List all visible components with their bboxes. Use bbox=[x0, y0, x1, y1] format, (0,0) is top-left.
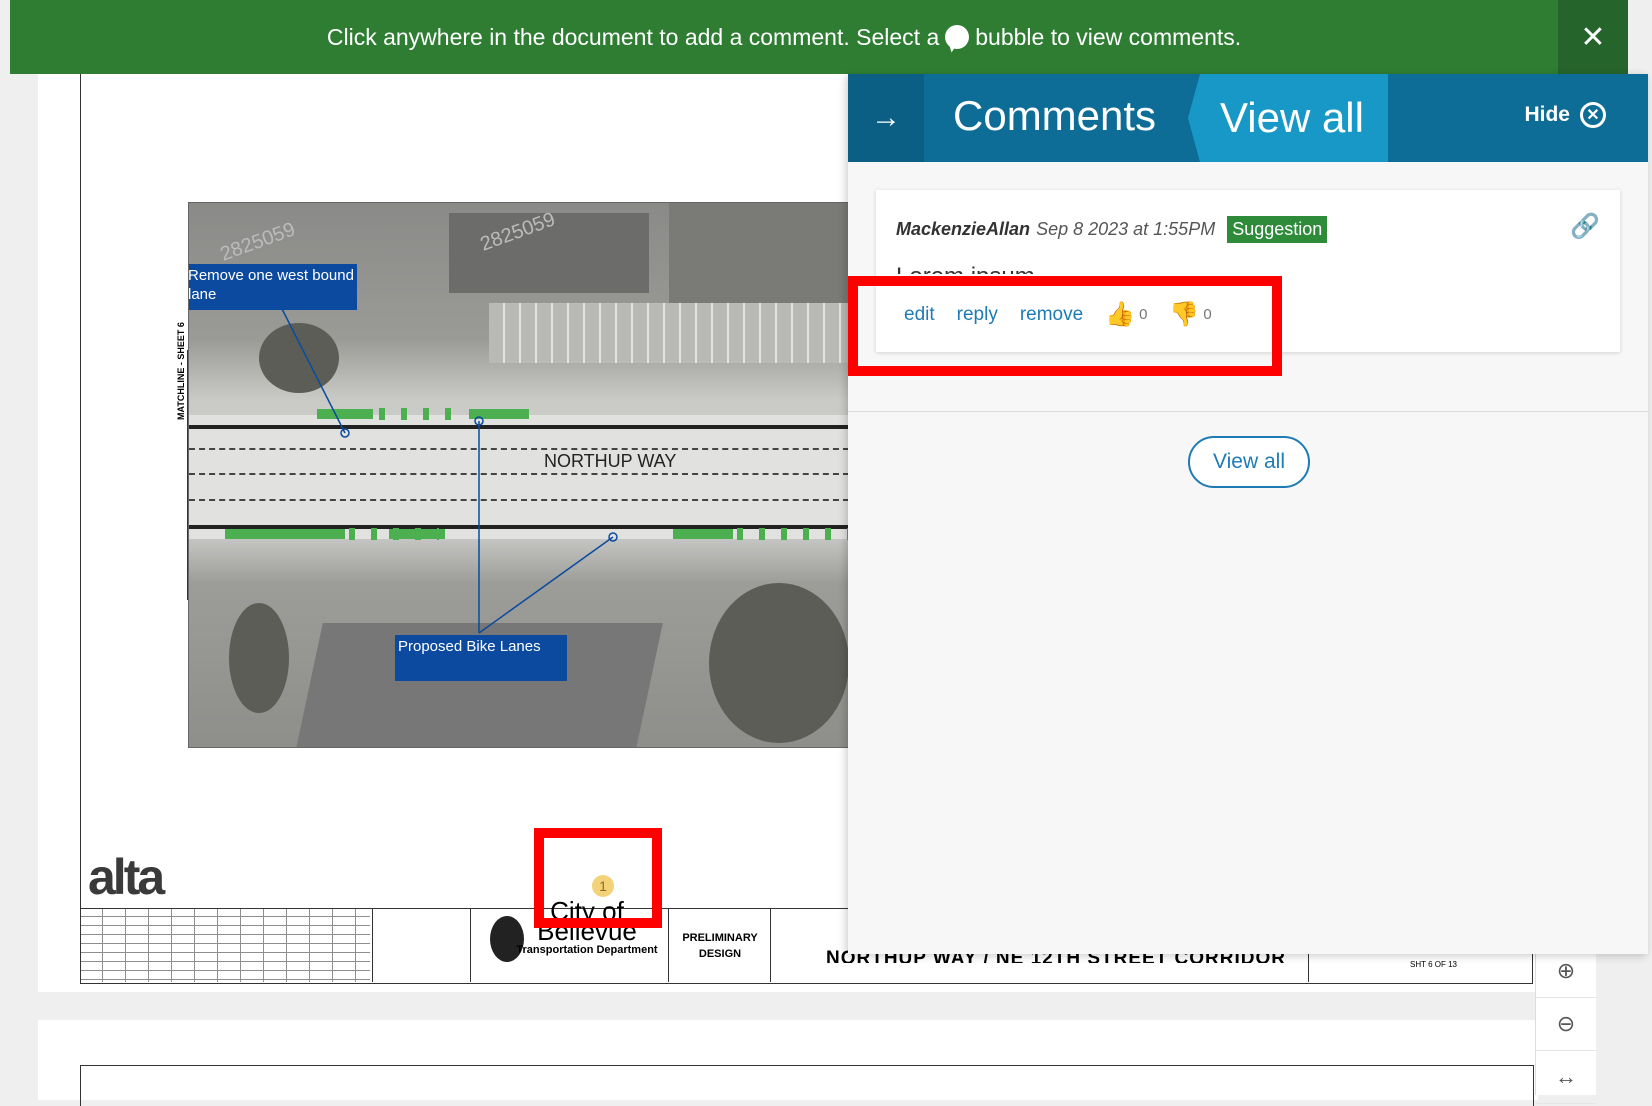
matchline-label: MATCHLINE - SHEET 6 bbox=[176, 322, 186, 420]
comment-mode-banner: Click anywhere in the document to add a … bbox=[10, 0, 1628, 74]
hide-panel-button[interactable]: Hide ✕ bbox=[1524, 102, 1606, 128]
callout-remove-lane: Remove one west bound lane bbox=[189, 264, 357, 310]
panel-divider bbox=[848, 411, 1648, 412]
fit-width-icon[interactable]: ↔ bbox=[1536, 1051, 1596, 1104]
collapse-arrow-icon[interactable]: → bbox=[848, 74, 924, 162]
drawing-sheet-border-2 bbox=[80, 1065, 1534, 1106]
zoom-out-icon[interactable]: ⊖ bbox=[1536, 998, 1596, 1051]
design-status: PRELIMINARY DESIGN bbox=[682, 932, 758, 960]
title-block-divider bbox=[372, 908, 373, 982]
title-block-divider bbox=[770, 908, 771, 982]
thumbs-up-icon: 👍 bbox=[1105, 301, 1136, 328]
revision-table bbox=[80, 908, 370, 982]
comments-panel: → Comments View all Hide ✕ MackenzieAlla… bbox=[848, 74, 1648, 954]
comments-panel-header: → Comments View all Hide ✕ bbox=[848, 74, 1648, 162]
title-block-divider bbox=[470, 908, 471, 982]
comment-tag-badge: Suggestion bbox=[1227, 216, 1328, 243]
downvote-button[interactable]: 👎 0 bbox=[1169, 300, 1211, 329]
comment-bubble-icon bbox=[945, 25, 970, 49]
comment-marker[interactable]: 1 bbox=[592, 875, 614, 897]
upvote-count: 0 bbox=[1139, 306, 1148, 323]
callout-bike-lanes: Proposed Bike Lanes bbox=[395, 635, 567, 681]
downvote-count: 0 bbox=[1203, 306, 1212, 323]
alta-logo: alta bbox=[88, 849, 165, 905]
banner-message: Click anywhere in the document to add a … bbox=[10, 0, 1558, 74]
edit-link[interactable]: edit bbox=[904, 304, 935, 326]
comments-title: Comments bbox=[953, 92, 1157, 139]
tab-view-all[interactable]: View all bbox=[1188, 74, 1388, 162]
zoom-toolbar: ⊕ ⊖ ↔ bbox=[1535, 945, 1596, 1104]
thumbs-down-icon: 👎 bbox=[1169, 301, 1200, 328]
close-circle-icon: ✕ bbox=[1580, 102, 1606, 128]
reply-link[interactable]: reply bbox=[957, 304, 998, 326]
city-line-2: Bellevue bbox=[537, 916, 637, 946]
city-logo-text: City of Bellevue Transportation Departme… bbox=[512, 900, 662, 956]
banner-text-before: Click anywhere in the document to add a … bbox=[326, 23, 940, 50]
view-all-button[interactable]: View all bbox=[1188, 436, 1310, 488]
sheet-number: SHT 6 OF 13 bbox=[1410, 960, 1457, 969]
comment-meta: MackenzieAllan Sep 8 2023 at 1:55PM Sugg… bbox=[896, 216, 1328, 243]
hide-label: Hide bbox=[1524, 103, 1570, 126]
comment-author: MackenzieAllan bbox=[896, 219, 1031, 239]
comment-actions: edit reply remove 👍 0 👎 0 bbox=[904, 300, 1212, 329]
department-label: Transportation Department bbox=[516, 944, 658, 956]
comment-card: MackenzieAllan Sep 8 2023 at 1:55PM Sugg… bbox=[876, 190, 1620, 352]
link-icon[interactable]: 🔗 bbox=[1570, 212, 1600, 241]
remove-link[interactable]: remove bbox=[1020, 304, 1083, 326]
comment-date: Sep 8 2023 at 1:55PM bbox=[1036, 219, 1216, 239]
title-block-divider bbox=[668, 908, 669, 982]
aerial-map[interactable]: 2825059 2825059 NORTHUP WAY Remove one w… bbox=[188, 202, 850, 748]
comment-body: Lorem ipsum bbox=[896, 260, 1035, 274]
upvote-button[interactable]: 👍 0 bbox=[1105, 300, 1147, 329]
banner-close-button[interactable]: ✕ bbox=[1558, 0, 1628, 74]
banner-text-after: bubble to view comments. bbox=[975, 23, 1242, 50]
